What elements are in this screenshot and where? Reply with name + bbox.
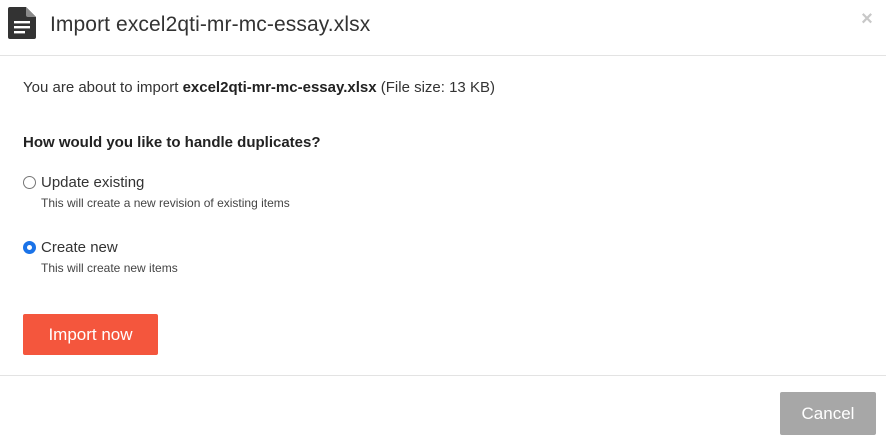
cancel-button[interactable]: Cancel xyxy=(780,392,876,435)
option-update-existing-row[interactable]: Update existing xyxy=(23,174,290,191)
intro-prefix: You are about to import xyxy=(23,79,183,96)
option-create-new-row[interactable]: Create new xyxy=(23,239,178,256)
document-icon xyxy=(8,7,36,39)
import-summary: You are about to import excel2qti-mr-mc-… xyxy=(23,79,495,96)
update-existing-radio[interactable] xyxy=(23,176,36,189)
file-size-text: (File size: 13 KB) xyxy=(376,79,495,96)
import-dialog: Import excel2qti-mr-mc-essay.xlsx × You … xyxy=(0,0,886,444)
close-icon[interactable]: × xyxy=(858,9,876,29)
dialog-title: Import excel2qti-mr-mc-essay.xlsx xyxy=(50,13,371,36)
create-new-label: Create new xyxy=(41,239,118,256)
import-now-button[interactable]: Import now xyxy=(23,314,158,355)
create-new-help: This will create new items xyxy=(41,261,178,275)
import-filename: excel2qti-mr-mc-essay.xlsx xyxy=(182,79,377,96)
dialog-body: You are about to import excel2qti-mr-mc-… xyxy=(0,56,886,376)
update-existing-label: Update existing xyxy=(41,174,145,191)
create-new-radio[interactable] xyxy=(23,241,36,254)
option-create-new: Create new This will create new items xyxy=(23,239,178,275)
update-existing-help: This will create a new revision of exist… xyxy=(41,196,290,210)
duplicates-question: How would you like to handle duplicates? xyxy=(23,134,321,151)
option-update-existing: Update existing This will create a new r… xyxy=(23,174,290,210)
dialog-header: Import excel2qti-mr-mc-essay.xlsx × xyxy=(0,0,886,56)
